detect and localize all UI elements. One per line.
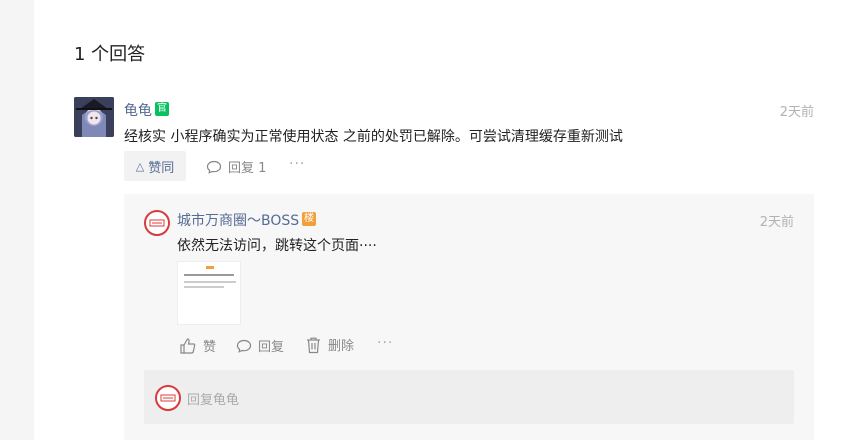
answer-content: 经核实 小程序确实为正常使用状态 之前的处罚已解除。可尝试清理缓存重新测试 [124,129,623,145]
host-badge: 楼 [302,212,316,226]
comment-icon [236,339,252,353]
upvote-icon: △ [135,159,145,173]
reply-user-name[interactable]: 城市万商圈～BOSS [177,210,299,230]
reply-more-icon[interactable]: ··· [377,335,393,351]
reply-button[interactable]: 回复 1 [206,157,266,176]
answers-count-title: 1 个回答 [74,44,146,65]
thumbnail-line [184,274,234,276]
avatar-image [74,97,114,137]
reply-like-button[interactable]: 赞 [179,336,216,355]
reply-image-thumbnail[interactable] [177,261,241,325]
official-badge: 官 [155,102,169,116]
thumbnail-logo [206,266,214,269]
reply-label: 回复 1 [228,161,267,176]
delete-button[interactable]: 删除 [305,335,354,354]
answer-timestamp: 2天前 [779,105,814,120]
answer-user-name[interactable]: 龟龟 [124,100,152,120]
current-user-avatar-seal [155,385,181,411]
more-icon[interactable]: ··· [289,156,305,172]
reply-reply-button[interactable]: 回复 [236,336,284,355]
delete-label: 删除 [328,339,355,354]
upvote-label: 赞同 [148,160,175,176]
trash-icon [307,337,320,353]
thumbs-up-icon [180,337,196,354]
reply-content: 依然无法访问，跳转这个页面···· [177,238,377,254]
avatar[interactable] [74,97,114,137]
reply-input-box[interactable] [144,370,794,424]
thumbnail-line [184,281,236,283]
upvote-button[interactable]: △ 赞同 [124,151,186,181]
reply-like-label: 赞 [203,340,217,355]
reply-timestamp: 2天前 [759,215,794,230]
reply-avatar-seal[interactable] [144,210,170,236]
comment-icon [206,160,222,174]
reply-input-placeholder[interactable]: 回复龟龟 [187,389,239,408]
reply-reply-label: 回复 [258,340,285,355]
seal-icon [149,219,165,227]
seal-icon [160,394,176,402]
thumbnail-line [184,286,224,288]
